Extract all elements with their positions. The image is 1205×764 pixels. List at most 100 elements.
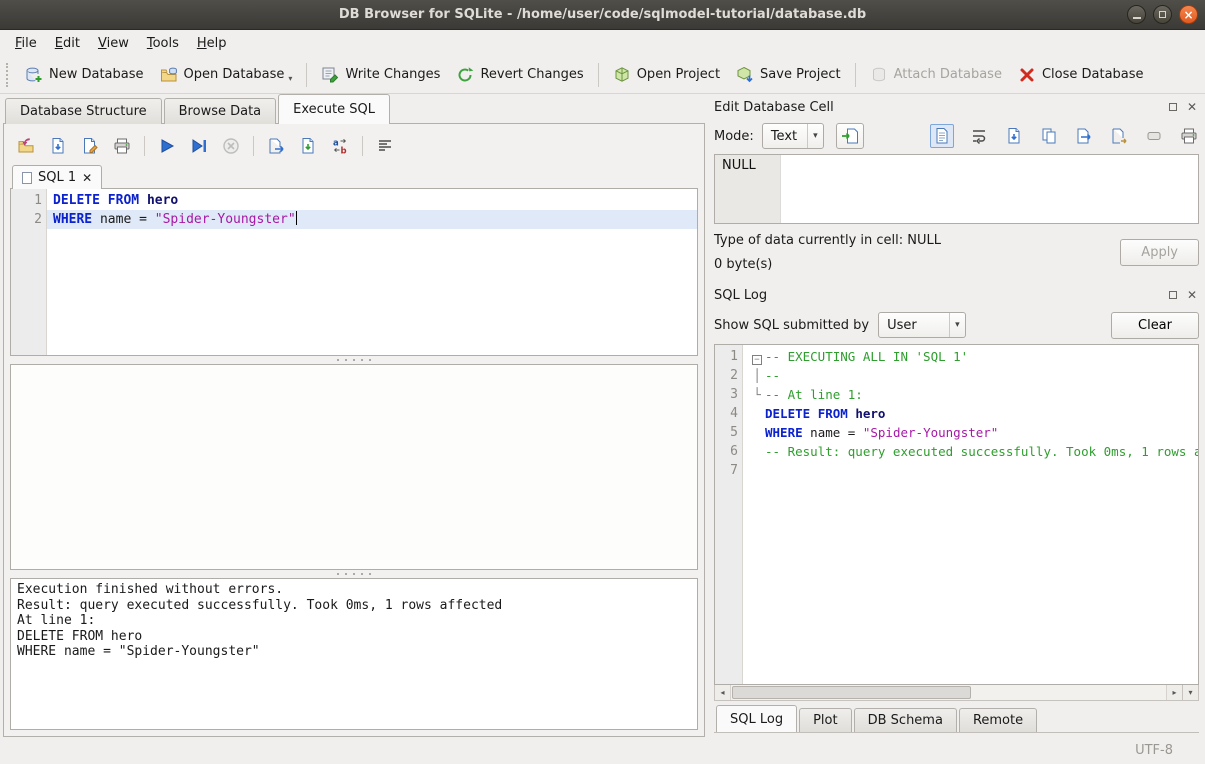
dock-float-button[interactable] (1166, 100, 1180, 114)
open-database-button[interactable]: Open Database▾ (152, 62, 301, 88)
tab-db-schema[interactable]: DB Schema (854, 708, 957, 732)
log-filter-select[interactable]: User ▾ (878, 312, 966, 338)
text-caret (296, 211, 298, 225)
menubar: FileEditViewToolsHelp (0, 30, 1205, 56)
word-wrap-button[interactable] (969, 126, 989, 146)
new-database-button[interactable]: New Database (17, 62, 152, 88)
set-null-icon (1145, 127, 1163, 145)
toolbar-button-label: New Database (49, 67, 144, 82)
mode-select-value: Text (771, 129, 807, 144)
code-line: DELETE FROM hero (743, 404, 1198, 423)
import-data-button[interactable] (836, 123, 864, 149)
import-data-icon (841, 127, 859, 145)
code-line: │-- (743, 366, 1198, 385)
sql-log-dock-header: SQL Log ✕ (714, 284, 1199, 306)
toolbar-separator (598, 63, 599, 87)
close-database-button[interactable]: Close Database (1010, 62, 1152, 88)
maximize-button[interactable] (1153, 5, 1172, 24)
export-results-button[interactable] (266, 136, 286, 156)
sql-log-view[interactable]: 1234567−-- EXECUTING ALL IN 'SQL 1'│--└-… (714, 344, 1199, 685)
code-line (743, 461, 1198, 480)
splitter-dots-icon (353, 573, 355, 575)
execute-all-button[interactable] (157, 136, 177, 156)
titlebar[interactable]: DB Browser for SQLite - /home/user/code/… (0, 0, 1205, 30)
print-button[interactable] (112, 136, 132, 156)
tab-remote[interactable]: Remote (959, 708, 1037, 732)
log-filter-label: Show SQL submitted by (714, 318, 869, 333)
write-changes-icon (321, 66, 339, 84)
save-results-icon (299, 137, 317, 155)
menu-tools[interactable]: Tools (138, 32, 188, 55)
menu-edit[interactable]: Edit (46, 32, 89, 55)
toolbar-button-label: Save Project (760, 67, 841, 82)
scroll-thumb[interactable] (732, 686, 971, 699)
scroll-down-icon[interactable]: ▾ (1182, 685, 1198, 700)
find-replace-button[interactable]: ab (330, 136, 350, 156)
toolbar-handle[interactable] (6, 63, 11, 87)
fold-guide: └ (749, 385, 765, 404)
clear-log-button[interactable]: Clear (1111, 312, 1199, 339)
close-button[interactable]: × (1179, 5, 1198, 24)
dropdown-arrow-icon[interactable]: ▾ (288, 74, 292, 83)
sql-doc-tab[interactable]: SQL 1 ✕ (12, 165, 102, 189)
execute-sql-panel: ab SQL 1 ✕ 12DELETE FROM heroWHERE name … (3, 123, 705, 737)
dock-close-button[interactable]: ✕ (1185, 100, 1199, 114)
minimize-button[interactable] (1127, 5, 1146, 24)
toolbar-separator (306, 63, 307, 87)
toolbar-separator (253, 136, 254, 156)
text-mode-button[interactable] (930, 124, 954, 148)
set-null-button[interactable] (1144, 126, 1164, 146)
export-cell-contents-button[interactable] (1004, 126, 1024, 146)
format-sql-button[interactable] (375, 136, 395, 156)
import-cell-contents-button[interactable] (1074, 126, 1094, 146)
copy-cell-contents-button[interactable] (1039, 126, 1059, 146)
print-icon (113, 137, 131, 155)
menu-file[interactable]: File (6, 32, 46, 55)
splitter-handle[interactable] (10, 356, 698, 364)
document-icon (22, 172, 32, 184)
save-results-button[interactable] (298, 136, 318, 156)
scroll-left-icon[interactable]: ◂ (715, 685, 731, 700)
write-changes-button[interactable]: Write Changes (313, 62, 448, 88)
export-cell-contents-icon (1005, 127, 1023, 145)
close-tab-icon[interactable]: ✕ (82, 171, 92, 185)
word-wrap-icon (970, 127, 988, 145)
revert-changes-icon (456, 66, 474, 84)
log-filter-value: User (887, 318, 949, 333)
revert-changes-button[interactable]: Revert Changes (448, 62, 591, 88)
tab-database-structure[interactable]: Database Structure (5, 98, 162, 124)
tab-plot[interactable]: Plot (799, 708, 852, 732)
mode-select[interactable]: Text ▾ (762, 123, 824, 149)
menu-view[interactable]: View (89, 32, 138, 55)
save-sql-file-icon (49, 137, 67, 155)
open-sql-file-button[interactable] (16, 136, 36, 156)
print-cell-button[interactable] (1179, 126, 1199, 146)
cell-editor[interactable]: NULL (714, 154, 1199, 224)
splitter-handle[interactable] (10, 570, 698, 578)
open-project-button[interactable]: Open Project (605, 62, 728, 88)
fold-collapse-icon[interactable]: − (752, 355, 762, 365)
tab-sql-log[interactable]: SQL Log (716, 705, 797, 732)
tab-browse-data[interactable]: Browse Data (164, 98, 277, 124)
save-sql-file-button[interactable] (48, 136, 68, 156)
scroll-track[interactable] (731, 685, 1166, 700)
cell-mode-row: Mode: Text ▾ (714, 118, 1199, 154)
code-line: −-- EXECUTING ALL IN 'SQL 1' (743, 347, 1198, 366)
log-horizontal-scrollbar[interactable]: ◂ ▸ ▾ (714, 685, 1199, 701)
scroll-right-icon[interactable]: ▸ (1166, 685, 1182, 700)
menu-help[interactable]: Help (188, 32, 236, 55)
format-sql-icon (376, 137, 394, 155)
dock-float-button[interactable] (1166, 288, 1180, 302)
tab-execute-sql[interactable]: Execute SQL (278, 94, 390, 124)
dock-close-button[interactable]: ✕ (1185, 288, 1199, 302)
toolbar-button-label: Write Changes (345, 67, 440, 82)
execute-current-line-button[interactable] (189, 136, 209, 156)
results-grid[interactable] (10, 364, 698, 570)
save-sql-file-as-button[interactable] (80, 136, 100, 156)
cell-type-info: Type of data currently in cell: NULL (714, 233, 1120, 248)
open-external-button[interactable] (1109, 126, 1129, 146)
sql-editor[interactable]: 12DELETE FROM heroWHERE name = "Spider-Y… (10, 188, 698, 356)
main-tabbar: Database StructureBrowse DataExecute SQL (3, 94, 705, 124)
save-project-button[interactable]: Save Project (728, 62, 849, 88)
toolbar-separator (362, 136, 363, 156)
